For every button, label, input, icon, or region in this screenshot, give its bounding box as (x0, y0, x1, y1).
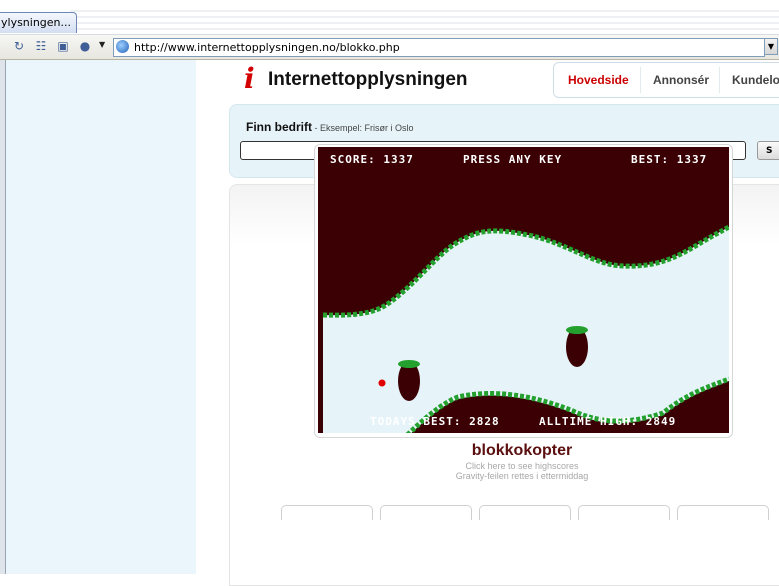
site-globe-icon (116, 40, 129, 53)
notice-text: Gravity-feilen rettes i ettermiddag (455, 471, 589, 481)
search-button[interactable]: S (757, 141, 779, 160)
search-heading: Finn bedrift (246, 120, 312, 134)
address-dropdown-button[interactable]: ▼ (764, 38, 778, 55)
alltime-high-text: ALLTIME HIGH: 2849 (539, 415, 677, 428)
game-canvas[interactable]: SCORE: 1337 PRESS ANY KEY BEST: 1337 TOD… (318, 147, 729, 433)
browser-tab[interactable]: ylysningen... (0, 12, 77, 33)
obstacle-block (566, 326, 588, 367)
bottom-tab[interactable] (281, 505, 373, 520)
bottom-tab[interactable] (578, 505, 670, 520)
score-text: SCORE: 1337 (330, 153, 414, 166)
game-title: blokkokopter (471, 442, 573, 459)
obstacle-block (398, 360, 420, 401)
bottom-tab[interactable] (677, 505, 769, 520)
logo-i-icon: i (244, 62, 255, 95)
todays-best-text: TODAYS BEST: 2828 (370, 415, 500, 428)
player-copter (378, 379, 386, 387)
sidebar (6, 60, 196, 574)
globe-icon[interactable]: ● (78, 39, 92, 53)
page-icon[interactable]: ☷ (34, 39, 48, 53)
nav-hovedside[interactable]: Hovedside (568, 63, 629, 97)
bottom-tab[interactable] (479, 505, 571, 520)
print-icon[interactable]: ▣ (56, 39, 70, 53)
browser-toolbar: ↻ ☷ ▣ ● ▼ http://www.internettopplysning… (0, 35, 779, 60)
logo-text: Internettopplysningen (268, 69, 468, 90)
tab-strip: ylysningen... (0, 0, 779, 35)
highscores-link[interactable]: Click here to see highscores (322, 461, 722, 471)
main-nav: Hovedside Annonsér Kundelog (553, 62, 779, 98)
press-any-key-text: PRESS ANY KEY (463, 153, 563, 166)
tab-strip-background (70, 6, 779, 32)
menu-arrow-icon[interactable]: ▼ (99, 40, 105, 49)
best-text: BEST: 1337 (631, 153, 708, 166)
nav-divider (719, 67, 720, 93)
url-text[interactable]: http://www.internettopplysningen.no/blok… (134, 39, 400, 56)
search-hint: - Eksempel: Frisør i Oslo (312, 123, 414, 133)
nav-kundelogin[interactable]: Kundelog (732, 63, 779, 97)
address-bar[interactable]: http://www.internettopplysningen.no/blok… (113, 38, 765, 57)
bottom-tab[interactable] (380, 505, 472, 520)
nav-divider (640, 67, 641, 93)
search-title: Finn bedrift - Eksempel: Frisør i Oslo (246, 120, 414, 134)
refresh-icon[interactable]: ↻ (12, 39, 26, 53)
nav-annonser[interactable]: Annonsér (653, 63, 709, 97)
game-scene (322, 224, 729, 433)
